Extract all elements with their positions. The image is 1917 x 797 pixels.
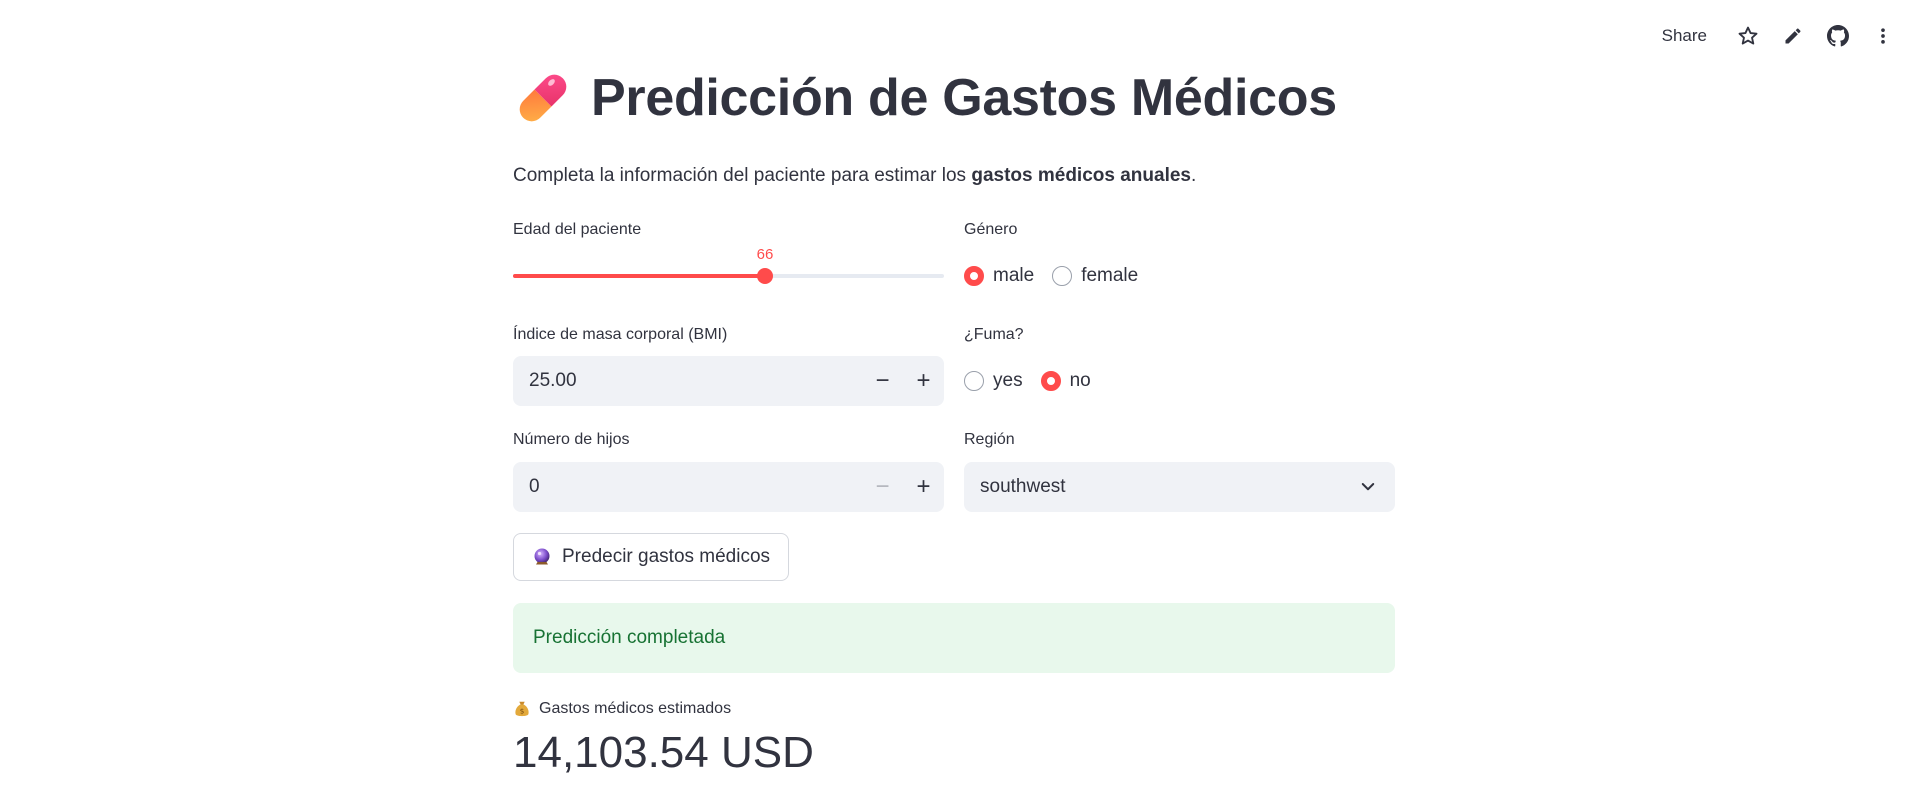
children-increment-button[interactable]: + xyxy=(903,462,944,512)
star-icon[interactable] xyxy=(1725,18,1770,54)
bmi-increment-button[interactable]: + xyxy=(903,356,944,406)
chevron-down-icon xyxy=(1361,483,1375,491)
money-bag-icon: $ xyxy=(515,701,529,717)
bmi-input-box: − + xyxy=(513,356,944,406)
radio-indicator[interactable] xyxy=(1052,266,1073,286)
radio-yes[interactable]: yes xyxy=(964,370,1023,392)
gender-label: Género xyxy=(964,221,1018,238)
radio-indicator[interactable] xyxy=(964,371,984,391)
pill-icon xyxy=(519,74,567,122)
smoker-radio-group: yes no xyxy=(964,370,1091,392)
bmi-label: Índice de masa corporal (BMI) xyxy=(513,326,728,343)
smoker-label: ¿Fuma? xyxy=(964,326,1024,343)
children-input-box: − + xyxy=(513,462,944,512)
region-selected-value: southwest xyxy=(980,476,1066,497)
github-icon[interactable] xyxy=(1815,18,1860,54)
radio-female[interactable]: female xyxy=(1052,265,1138,287)
metric-value: 14,103.54 USD xyxy=(513,728,814,777)
predict-button-label: Predecir gastos médicos xyxy=(562,546,771,567)
slider-thumb[interactable] xyxy=(757,268,773,284)
age-slider[interactable] xyxy=(513,262,944,290)
children-input[interactable] xyxy=(513,475,831,499)
crystal-ball-icon xyxy=(534,548,550,565)
predict-button[interactable]: Predecir gastos médicos xyxy=(513,533,790,581)
radio-no[interactable]: no xyxy=(1040,370,1091,392)
region-label: Región xyxy=(964,431,1015,448)
metric-label: $ Gastos médicos estimados xyxy=(513,700,731,718)
gender-radio-group: male female xyxy=(964,265,1138,287)
metric-label-text: Gastos médicos estimados xyxy=(539,700,732,717)
edit-icon[interactable] xyxy=(1770,18,1815,54)
radio-indicator[interactable] xyxy=(964,266,984,286)
slider-fill xyxy=(513,274,765,278)
region-select[interactable]: southwest xyxy=(964,462,1395,512)
share-button[interactable]: Share xyxy=(1652,20,1717,52)
page-title: Predicción de Gastos Médicos xyxy=(513,68,1337,128)
age-label: Edad del paciente xyxy=(513,221,642,238)
bmi-decrement-button[interactable]: − xyxy=(862,356,903,406)
page-title-text: Predicción de Gastos Médicos xyxy=(591,69,1337,127)
intro-text: Completa la información del paciente par… xyxy=(513,165,1197,186)
children-decrement-button[interactable]: − xyxy=(862,462,903,512)
app-toolbar: Share xyxy=(1652,18,1905,54)
more-vert-icon[interactable] xyxy=(1860,18,1905,54)
radio-male[interactable]: male xyxy=(964,265,1034,287)
children-label: Número de hijos xyxy=(513,431,630,448)
success-alert-text: Predicción completada xyxy=(533,627,726,648)
age-slider-value: 66 xyxy=(756,246,774,263)
radio-indicator[interactable] xyxy=(1040,371,1061,391)
success-alert: Predicción completada xyxy=(513,603,1395,673)
bmi-input[interactable] xyxy=(513,369,831,393)
svg-text:$: $ xyxy=(520,707,525,716)
